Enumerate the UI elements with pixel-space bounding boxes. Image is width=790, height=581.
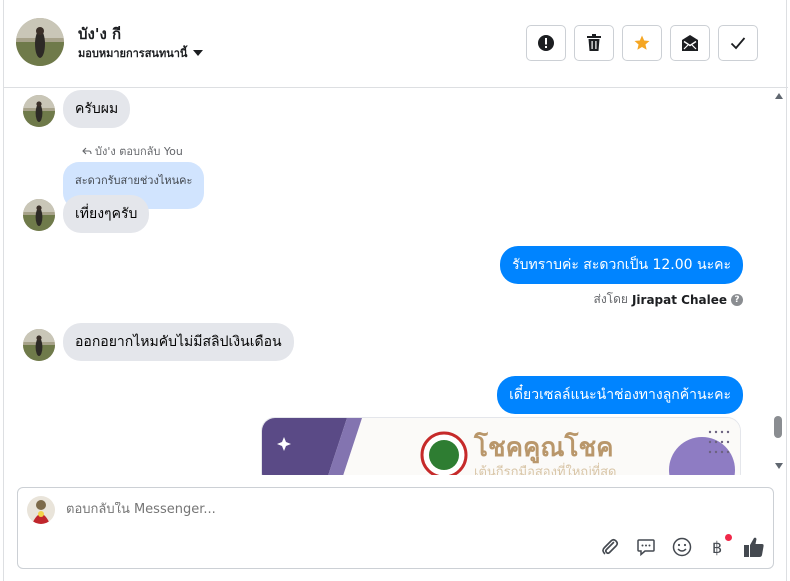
assign-conversation-dropdown[interactable]: มอบหมายการสนทนานี้ [78, 44, 204, 62]
reply-meta-text: บัง'ง ตอบกลับ You [95, 145, 183, 158]
contact-avatar[interactable] [16, 18, 64, 66]
thumbs-up-icon[interactable] [743, 536, 765, 558]
reply-input[interactable] [66, 502, 566, 517]
messenger-conversation-panel: บัง'ง กี มอบหมายการสนทนานี้ ครับผม บัง'ง… [3, 0, 788, 581]
envelope-icon [682, 35, 698, 51]
sender-avatar [23, 95, 55, 127]
incoming-message[interactable]: เที่ยงๆครับ [63, 195, 150, 233]
message-composer: ฿ [17, 487, 774, 569]
message-thread[interactable]: ครับผม บัง'ง ตอบกลับ You สะดวกรับสายช่วง… [4, 89, 788, 475]
thread-scrollbar[interactable] [770, 89, 788, 475]
chat-bubble-icon[interactable] [635, 536, 657, 558]
paperclip-icon[interactable] [599, 536, 621, 558]
svg-text:฿: ฿ [712, 538, 722, 557]
mark-unread-button[interactable] [670, 25, 710, 61]
scroll-down-icon[interactable] [775, 463, 783, 469]
sent-by-label: ส่งโดย Jirapat Chalee ? [593, 290, 743, 309]
page-avatar [27, 496, 55, 524]
sender-avatar [23, 199, 55, 231]
star-icon [634, 35, 650, 50]
image-attachment[interactable]: โชคคูณโชค เต้นกีรกมือสองที่ใหญ่ที่สุด [261, 417, 741, 475]
alert-icon [538, 35, 554, 51]
emoji-icon[interactable] [671, 536, 693, 558]
scroll-up-icon[interactable] [775, 93, 783, 99]
banner-title: โชคคูณโชค [473, 431, 614, 464]
incoming-message[interactable]: ครับผม [63, 90, 131, 128]
outgoing-message[interactable]: เดี๋ยวเซลล์แนะนำช่องทางลูกค้านะคะ [497, 376, 743, 414]
banner-subtitle: เต้นกีรกมือสองที่ใหญ่ที่สุด [474, 463, 616, 475]
delete-button[interactable] [574, 25, 614, 61]
composer-tools: ฿ [599, 534, 765, 558]
mark-spam-button[interactable] [526, 25, 566, 61]
help-icon[interactable]: ? [731, 293, 743, 306]
caret-down-icon [193, 50, 204, 56]
reply-indicator: บัง'ง ตอบกลับ You [82, 142, 183, 160]
outgoing-message[interactable]: รับทราบค่ะ สะดวกเป็น 12.00 นะคะ [500, 246, 743, 284]
notification-dot [725, 534, 732, 541]
contact-name: บัง'ง กี [78, 25, 122, 43]
conversation-toolbar [526, 25, 758, 61]
mark-done-button[interactable] [718, 25, 758, 61]
sent-by-prefix: ส่งโดย [593, 292, 628, 306]
reply-arrow-icon [82, 147, 92, 154]
scroll-thumb[interactable] [774, 416, 782, 438]
conversation-header: บัง'ง กี มอบหมายการสนทนานี้ [4, 0, 788, 88]
sender-avatar [23, 329, 55, 361]
baht-icon[interactable]: ฿ [707, 534, 732, 558]
sent-by-name: Jirapat Chalee [631, 292, 727, 307]
check-icon [730, 37, 746, 50]
star-button[interactable] [622, 25, 662, 61]
assign-label: มอบหมายการสนทนานี้ [78, 47, 188, 60]
incoming-message[interactable]: ออกอยากไหมคับไม่มีสลิปเงินเดือน [63, 323, 294, 361]
trash-icon [587, 34, 601, 51]
